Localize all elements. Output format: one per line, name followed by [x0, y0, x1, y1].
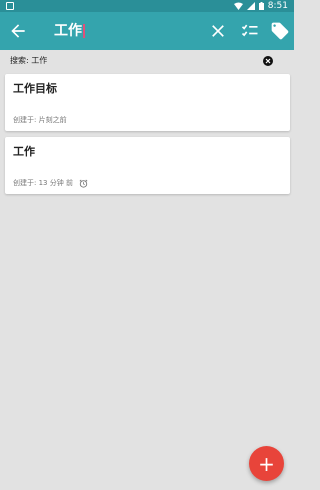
wifi-icon: [233, 2, 243, 10]
close-icon[interactable]: [208, 21, 228, 41]
note-created: 创建于: 片刻之前: [13, 116, 67, 124]
alarm-icon: [79, 179, 88, 188]
search-query: 工作: [54, 23, 82, 39]
note-card[interactable]: 工作目标 创建于: 片刻之前: [5, 74, 290, 131]
note-title: 工作: [13, 145, 35, 158]
note-card[interactable]: 工作 创建于: 13 分钟 前: [5, 137, 290, 194]
note-meta: 创建于: 片刻之前: [13, 115, 67, 125]
arrow-left-icon[interactable]: [8, 21, 28, 41]
app-bar: 工作: [0, 12, 294, 50]
note-meta: 创建于: 13 分钟 前: [13, 178, 88, 188]
text-caret: [83, 24, 85, 38]
notification-icon: [6, 2, 14, 10]
circle-x-icon[interactable]: [263, 56, 273, 66]
tag-icon[interactable]: [270, 21, 290, 41]
battery-icon: [258, 2, 264, 10]
checklist-icon[interactable]: [240, 21, 260, 41]
search-input[interactable]: 工作: [54, 21, 85, 41]
status-bar: 8:51: [0, 0, 294, 12]
add-note-button[interactable]: +: [249, 446, 284, 481]
search-filter-bar: 搜索: 工作: [0, 50, 294, 72]
status-icons: 8:51: [233, 0, 288, 12]
note-created: 创建于: 13 分钟 前: [13, 179, 73, 187]
note-title: 工作目标: [13, 82, 57, 95]
status-time: 8:51: [267, 1, 288, 11]
plus-icon: +: [258, 451, 275, 476]
signal-icon: [246, 2, 255, 10]
search-filter-label: 搜索: 工作: [10, 56, 48, 65]
